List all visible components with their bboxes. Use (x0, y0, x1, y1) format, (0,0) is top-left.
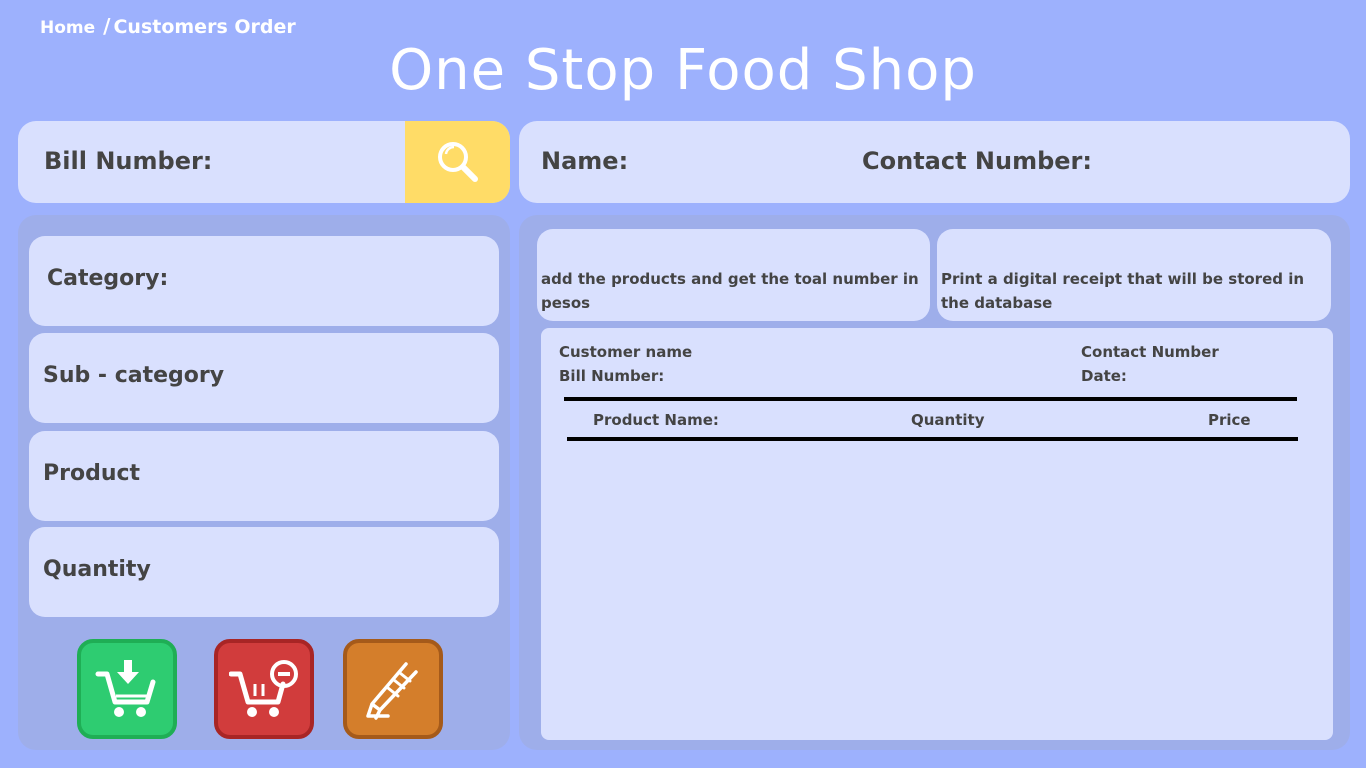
search-icon (437, 142, 478, 182)
receipt-preview: Customer name Bill Number: Contact Numbe… (541, 328, 1333, 740)
contact-number-label: Contact Number: (862, 147, 1092, 175)
sub-category-label: Sub - category (43, 363, 225, 388)
product-field[interactable]: Product (29, 431, 499, 521)
breadcrumb-separator: / (103, 14, 111, 38)
receipt-customer-name: Customer name (559, 343, 693, 361)
breadcrumb-home[interactable]: Home (40, 18, 95, 38)
total-info-card: add the products and get the toal number… (537, 229, 930, 321)
bill-number-label: Bill Number: (44, 147, 213, 175)
name-label: Name: (541, 147, 629, 175)
column-quantity: Quantity (911, 411, 985, 429)
breadcrumb-current: Customers Order (113, 16, 296, 38)
receipt-top-rule (564, 397, 1297, 401)
print-receipt-button[interactable] (343, 639, 443, 739)
receipt-info-text: Print a digital receipt that will be sto… (941, 270, 1305, 312)
remove-from-cart-button[interactable] (214, 639, 314, 739)
search-button[interactable] (405, 121, 510, 203)
cart-remove-icon (229, 660, 298, 717)
order-form-panel: Category: Sub - category Product Quantit… (18, 215, 510, 750)
receipt-info-card: Print a digital receipt that will be sto… (937, 229, 1331, 321)
cart-download-icon (95, 660, 156, 717)
breadcrumb: Home / Customers Order (40, 14, 296, 38)
receipt-contact-number: Contact Number (1081, 343, 1219, 361)
highlighter-icon (366, 662, 418, 720)
column-price: Price (1208, 411, 1251, 429)
quantity-field[interactable]: Quantity (29, 527, 499, 617)
receipt-header-rule (567, 437, 1298, 441)
page-title: One Stop Food Shop (389, 38, 977, 103)
customer-info-bar: Name: Contact Number: (519, 121, 1350, 203)
quantity-label: Quantity (43, 557, 151, 582)
receipt-bill-number: Bill Number: (559, 367, 665, 385)
bill-number-bar: Bill Number: (18, 121, 510, 203)
add-to-cart-button[interactable] (77, 639, 177, 739)
product-label: Product (43, 461, 141, 486)
receipt-panel: add the products and get the toal number… (519, 215, 1350, 750)
column-product-name: Product Name: (593, 411, 719, 429)
sub-category-field[interactable]: Sub - category (29, 333, 499, 423)
category-field[interactable]: Category: (29, 236, 499, 326)
category-label: Category: (47, 266, 169, 291)
receipt-date: Date: (1081, 367, 1127, 385)
total-info-text: add the products and get the toal number… (541, 270, 919, 312)
